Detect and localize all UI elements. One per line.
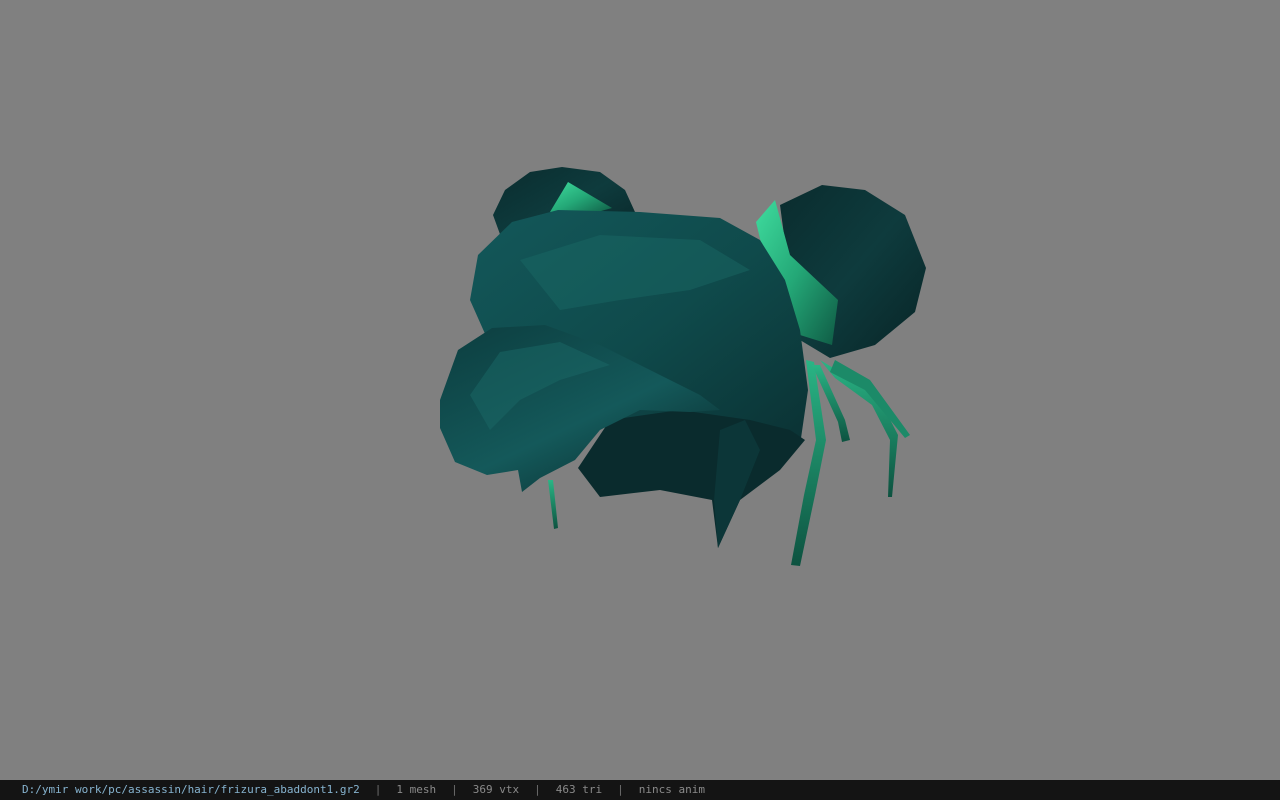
mesh-count: 1 mesh: [396, 783, 437, 796]
model-viewport[interactable]: [0, 0, 1280, 780]
vertex-count: 369 vtx: [472, 783, 520, 796]
file-path: D:/ymir work/pc/assassin/hair/frizura_ab…: [22, 783, 360, 796]
hair-model: [440, 167, 926, 566]
animation-status: nincs anim: [638, 783, 705, 796]
triangle-count: 463 tri: [555, 783, 603, 796]
separator: |: [534, 783, 541, 796]
separator: |: [617, 783, 624, 796]
separator: |: [451, 783, 458, 796]
hair-back: [578, 410, 805, 548]
strand-left: [548, 480, 558, 529]
status-bar: D:/ymir work/pc/assassin/hair/frizura_ab…: [0, 780, 1280, 800]
separator: |: [374, 783, 382, 796]
